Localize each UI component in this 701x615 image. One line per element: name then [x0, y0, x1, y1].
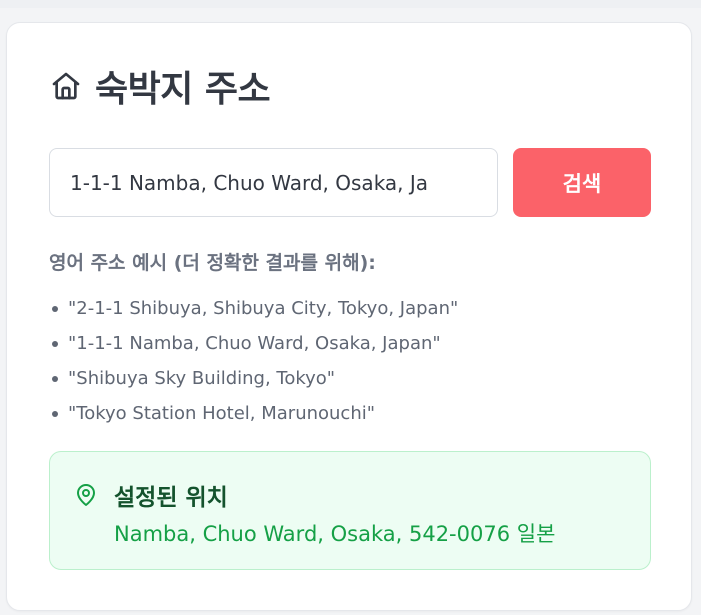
selected-location-title: 설정된 위치 [114, 485, 228, 511]
bullet-icon [52, 305, 58, 312]
map-pin-icon [74, 482, 98, 508]
bullet-icon [52, 375, 58, 382]
page-title: 숙박지 주소 [95, 69, 271, 110]
search-button[interactable]: 검색 [513, 148, 651, 217]
bullet-icon [52, 410, 58, 417]
example-text: "Shibuya Sky Building, Tokyo" [68, 368, 336, 389]
accommodation-address-card: 숙박지 주소 검색 영어 주소 예시 (더 정확한 결과를 위해): "2-1-… [6, 22, 692, 611]
examples-list: "2-1-1 Shibuya, Shibuya City, Tokyo, Jap… [49, 291, 458, 431]
example-text: "2-1-1 Shibuya, Shibuya City, Tokyo, Jap… [68, 298, 459, 319]
examples-heading: 영어 주소 예시 (더 정확한 결과를 위해): [49, 252, 376, 274]
example-text: "1-1-1 Namba, Chuo Ward, Osaka, Japan" [68, 333, 441, 354]
example-item: "Tokyo Station Hotel, Marunouchi" [49, 396, 458, 431]
search-row: 검색 [49, 148, 651, 217]
example-item: "2-1-1 Shibuya, Shibuya City, Tokyo, Jap… [49, 291, 458, 326]
selected-location-box: 설정된 위치 Namba, Chuo Ward, Osaka, 542-0076… [49, 451, 651, 570]
card-header: 숙박지 주소 [49, 63, 271, 110]
top-strip [0, 0, 701, 8]
bullet-icon [52, 340, 58, 347]
selected-location-address: Namba, Chuo Ward, Osaka, 542-0076 일본 [114, 522, 556, 546]
example-item: "Shibuya Sky Building, Tokyo" [49, 361, 458, 396]
address-input[interactable] [49, 148, 498, 217]
home-icon [49, 69, 83, 103]
example-text: "Tokyo Station Hotel, Marunouchi" [68, 403, 376, 424]
example-item: "1-1-1 Namba, Chuo Ward, Osaka, Japan" [49, 326, 458, 361]
